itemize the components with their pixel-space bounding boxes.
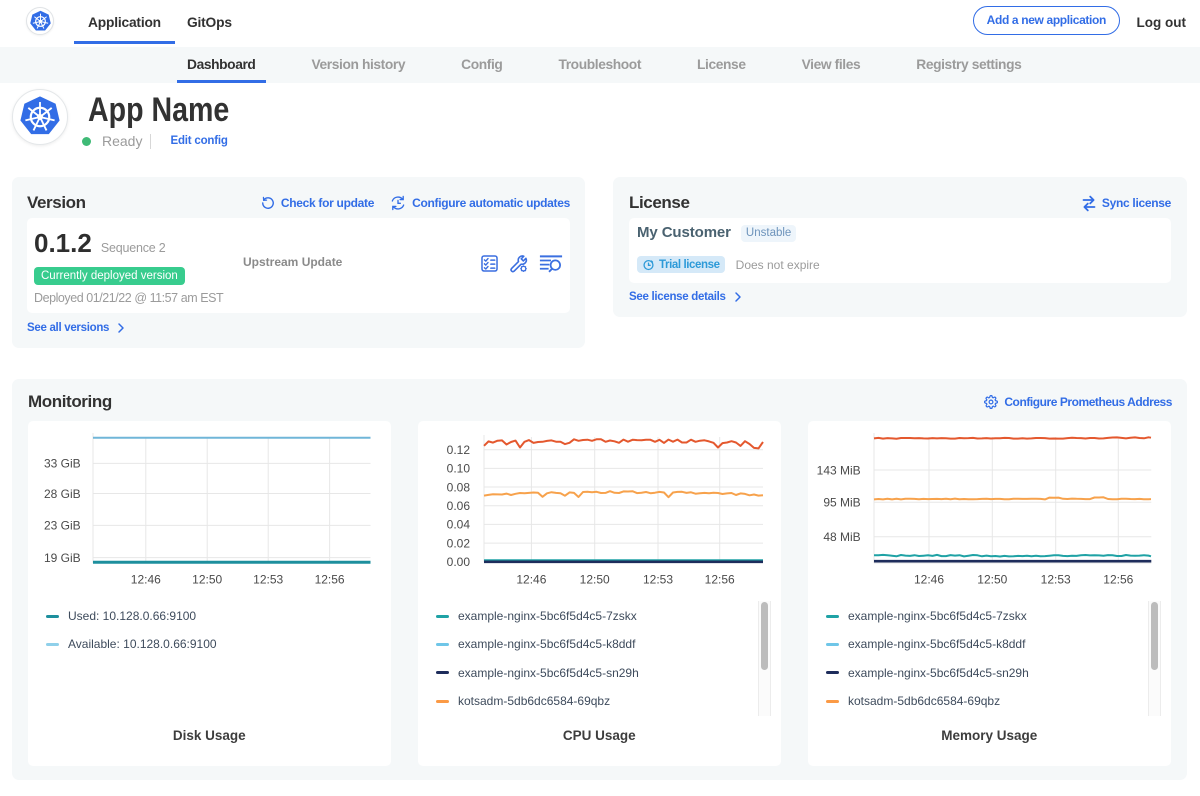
svg-text:12:53: 12:53 [253,573,283,587]
svg-text:12:53: 12:53 [1041,573,1071,587]
svg-text:48 MiB: 48 MiB [823,530,860,544]
svg-text:12:46: 12:46 [914,573,944,587]
svg-text:12:46: 12:46 [131,573,161,587]
svg-text:12:50: 12:50 [580,573,610,587]
svg-text:12:56: 12:56 [315,573,345,587]
svg-text:0.08: 0.08 [447,480,471,494]
svg-text:12:56: 12:56 [705,573,735,587]
svg-text:143 MiB: 143 MiB [817,463,861,477]
svg-text:12:56: 12:56 [1103,573,1133,587]
svg-text:12:53: 12:53 [643,573,673,587]
svg-text:28 GiB: 28 GiB [44,487,81,501]
svg-text:0.00: 0.00 [447,555,471,569]
svg-text:19 GiB: 19 GiB [44,551,81,565]
svg-text:12:50: 12:50 [977,573,1007,587]
svg-text:0.10: 0.10 [447,462,471,476]
svg-text:0.06: 0.06 [447,499,471,513]
svg-text:0.12: 0.12 [447,443,471,457]
svg-text:12:46: 12:46 [516,573,546,587]
svg-text:23 GiB: 23 GiB [44,519,81,533]
svg-text:33 GiB: 33 GiB [44,457,81,471]
svg-text:0.04: 0.04 [447,518,471,532]
svg-text:0.02: 0.02 [447,536,471,550]
svg-text:12:50: 12:50 [192,573,222,587]
svg-text:95 MiB: 95 MiB [823,496,860,510]
